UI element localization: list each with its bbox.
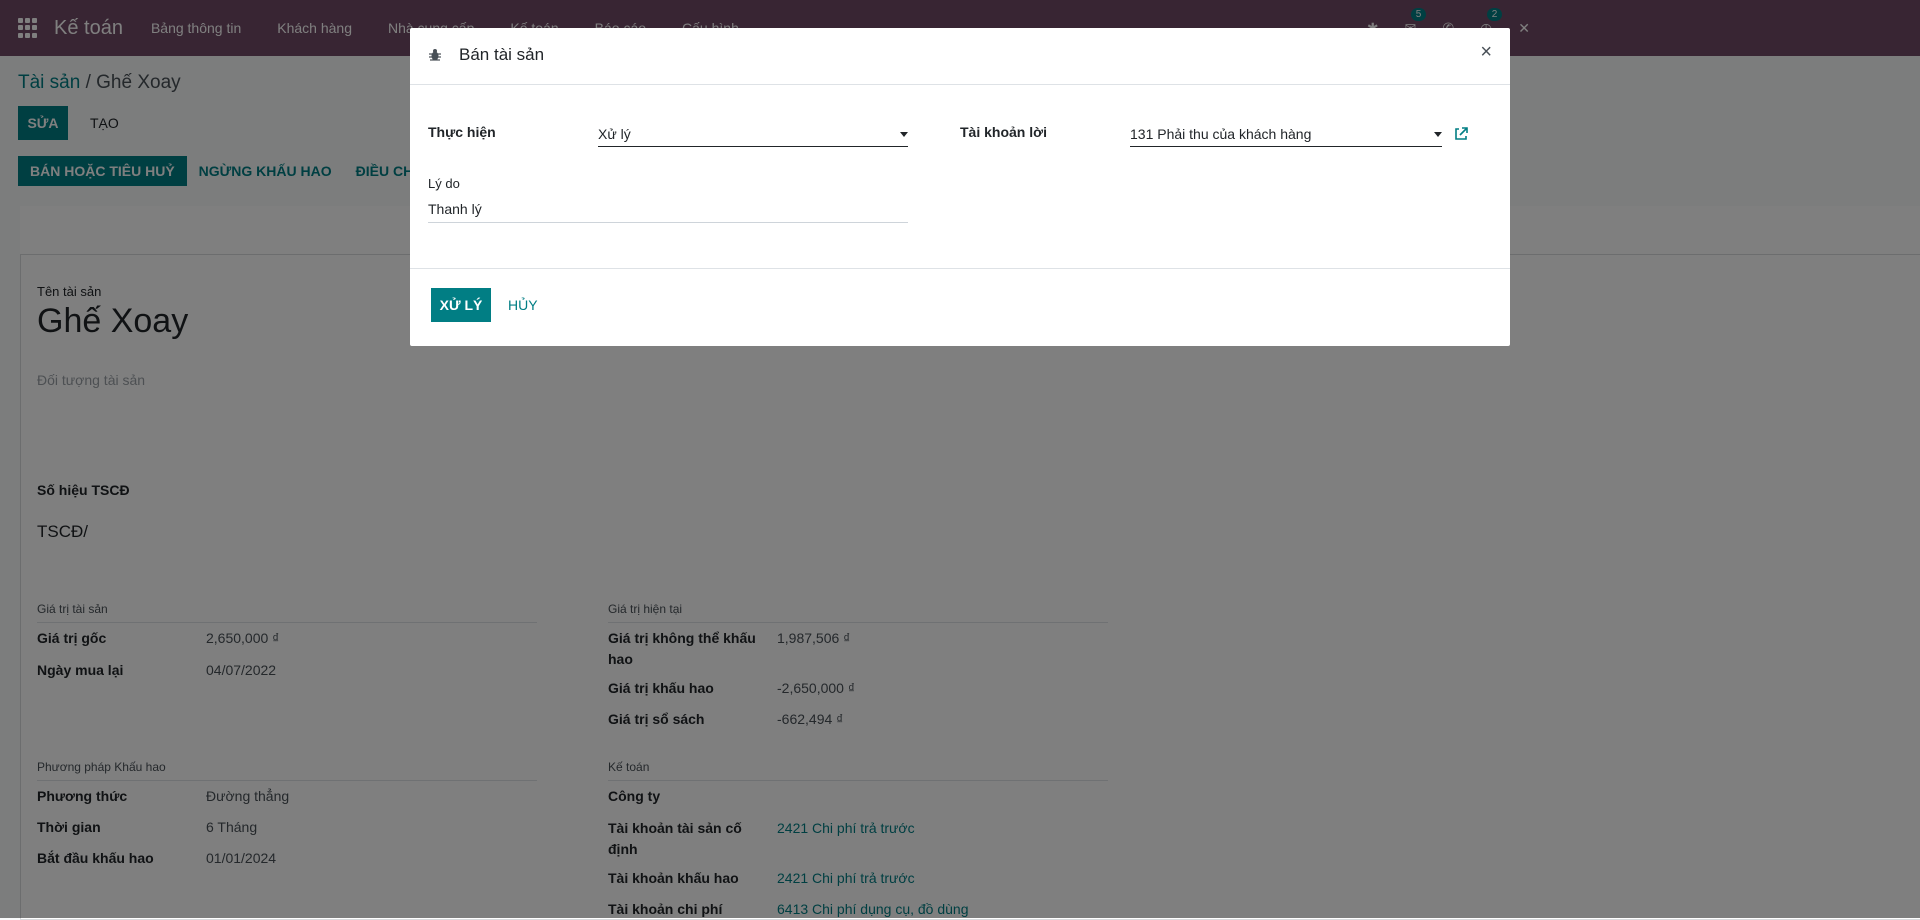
chevron-down-icon [1434, 132, 1442, 137]
gain-account-select[interactable]: 131 Phải thu của khách hàng [1130, 122, 1442, 147]
external-link-icon[interactable] [1453, 126, 1469, 142]
action-select-value: Xử lý [598, 126, 631, 142]
cancel-button[interactable]: HỦY [508, 288, 538, 322]
gain-account-select-value: 131 Phải thu của khách hàng [1130, 126, 1312, 142]
sell-asset-dialog: Bán tài sản × Thực hiện Xử lý Tài khoản … [410, 28, 1510, 346]
process-button[interactable]: XỬ LÝ [431, 288, 491, 322]
bug-icon [429, 49, 441, 61]
reason-input[interactable]: Thanh lý [428, 198, 908, 223]
dialog-header: Bán tài sản × [410, 28, 1510, 85]
action-select[interactable]: Xử lý [598, 122, 908, 147]
dialog-title: Bán tài sản [459, 45, 545, 64]
action-label: Thực hiện [428, 124, 496, 140]
reason-label: Lý do [428, 176, 460, 191]
dialog-footer [410, 268, 1510, 347]
close-icon[interactable]: × [1480, 41, 1492, 64]
reason-input-value: Thanh lý [428, 201, 482, 217]
chevron-down-icon [900, 132, 908, 137]
gain-account-label: Tài khoản lời [960, 124, 1047, 140]
